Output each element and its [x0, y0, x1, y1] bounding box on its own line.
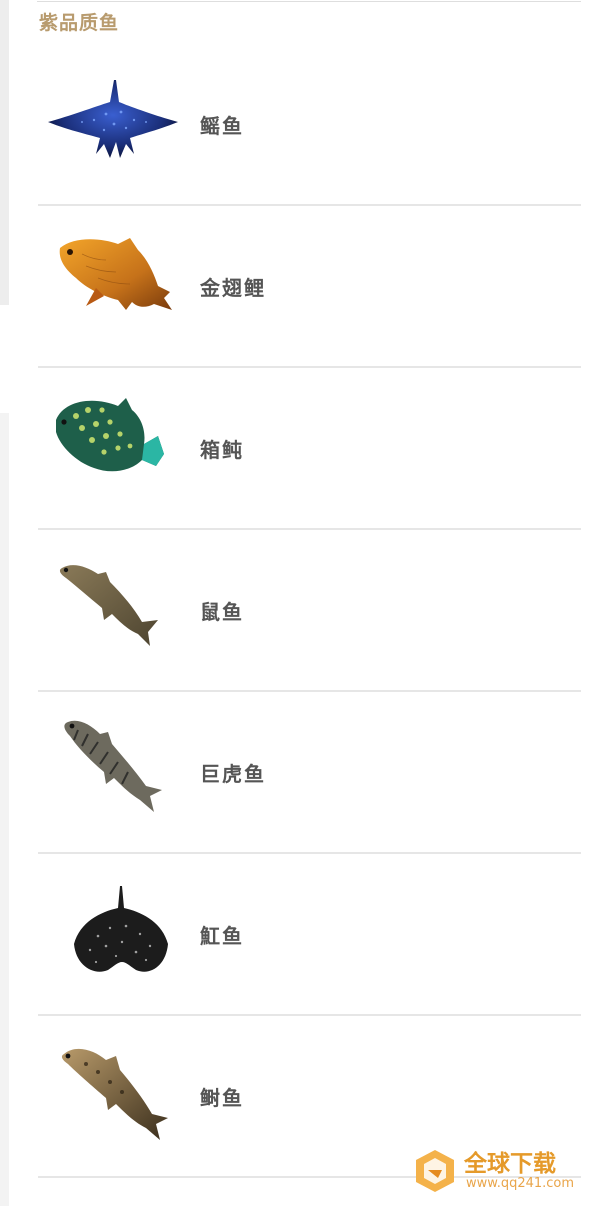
- row-divider: [38, 528, 581, 530]
- fish-name: 巨虎鱼: [200, 762, 266, 786]
- boxfish-icon: [46, 376, 181, 516]
- row-divider: [38, 1014, 581, 1016]
- fish-name: 金翅鲤: [200, 276, 266, 300]
- list-item[interactable]: 魟鱼: [38, 856, 581, 1016]
- manta-ray-icon: [46, 52, 181, 192]
- watermark-brand: 全球下载: [464, 1151, 556, 1177]
- fish-name: 鳐鱼: [200, 114, 244, 138]
- stingray-icon: [46, 862, 181, 1002]
- list-item[interactable]: 鳐鱼: [38, 46, 581, 206]
- section-title: 紫品质鱼: [39, 12, 120, 34]
- site-watermark: 全球下载 www.qq241.com: [412, 1142, 592, 1198]
- row-divider: [38, 204, 581, 206]
- left-edge-strip-lower: [0, 413, 9, 1206]
- top-divider: [37, 1, 581, 2]
- row-divider: [38, 852, 581, 854]
- row-divider: [38, 366, 581, 368]
- tigerfish-icon: [46, 700, 181, 840]
- list-item[interactable]: 巨虎鱼: [38, 694, 581, 854]
- fish-name: 魟鱼: [200, 924, 244, 948]
- list-item[interactable]: 鼠鱼: [38, 532, 581, 692]
- shad-icon: [46, 1024, 181, 1164]
- fish-name: 鼠鱼: [200, 600, 244, 624]
- row-divider: [38, 690, 581, 692]
- watermark-logo-icon: [412, 1148, 458, 1194]
- watermark-site: www.qq241.com: [466, 1176, 575, 1191]
- fish-name: 鲥鱼: [200, 1086, 244, 1110]
- list-item[interactable]: 金翅鲤: [38, 208, 581, 368]
- golden-carp-icon: [46, 214, 181, 354]
- left-edge-strip: [0, 0, 9, 305]
- fish-list-panel: 紫品质鱼 鳐鱼 金翅鲤 箱鲀 鼠鱼 巨虎鱼 魟鱼 鲥鱼: [9, 0, 600, 1206]
- ratfish-icon: [46, 538, 181, 678]
- list-item[interactable]: 箱鲀: [38, 370, 581, 530]
- fish-name: 箱鲀: [200, 438, 244, 462]
